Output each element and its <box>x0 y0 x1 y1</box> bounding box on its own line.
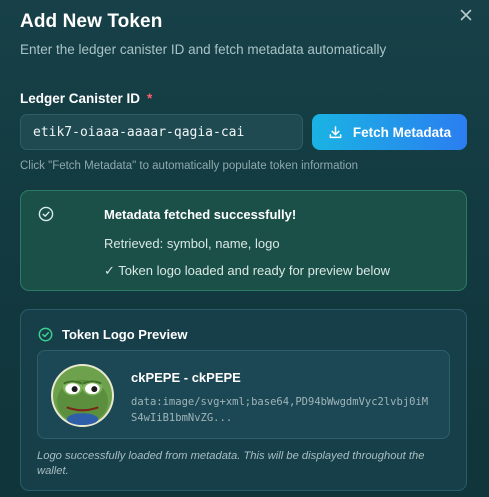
token-logo <box>51 364 114 427</box>
dialog-title: Add New Token <box>20 11 163 32</box>
ledger-canister-label: Ledger Canister ID * <box>20 91 152 106</box>
token-logo-preview: Token Logo Preview ckPEPE - ckPEPE data:… <box>20 309 467 491</box>
token-preview-box: ckPEPE - ckPEPE data:image/svg+xml;base6… <box>37 350 450 439</box>
dialog-subtitle: Enter the ledger canister ID and fetch m… <box>20 42 387 57</box>
success-title: Metadata fetched successfully! <box>104 207 297 222</box>
preview-note: Logo successfully loaded from metadata. … <box>37 450 425 477</box>
token-logo-data: data:image/svg+xml;base64,PD94bWwgdmVyc2… <box>131 396 429 424</box>
ledger-canister-label-text: Ledger Canister ID <box>20 91 141 106</box>
fetch-metadata-button[interactable]: Fetch Metadata <box>312 114 467 150</box>
retrieved-fields: Retrieved: symbol, name, logo <box>104 236 280 251</box>
check-circle-icon <box>38 327 53 342</box>
success-alert: Metadata fetched successfully! Retrieved… <box>20 190 467 291</box>
token-name: ckPEPE - ckPEPE <box>131 370 241 385</box>
add-token-dialog: Add New Token Enter the ledger canister … <box>0 0 489 497</box>
required-marker: * <box>147 91 153 106</box>
fetch-hint: Click "Fetch Metadata" to automatically … <box>20 160 359 172</box>
check-circle-icon <box>38 206 54 222</box>
ledger-canister-input[interactable] <box>20 114 303 150</box>
logo-status: ✓ Token logo loaded and ready for previe… <box>104 263 390 278</box>
download-icon <box>328 125 343 140</box>
preview-title: Token Logo Preview <box>62 327 188 342</box>
fetch-metadata-label: Fetch Metadata <box>352 124 452 140</box>
close-icon[interactable] <box>457 6 475 24</box>
